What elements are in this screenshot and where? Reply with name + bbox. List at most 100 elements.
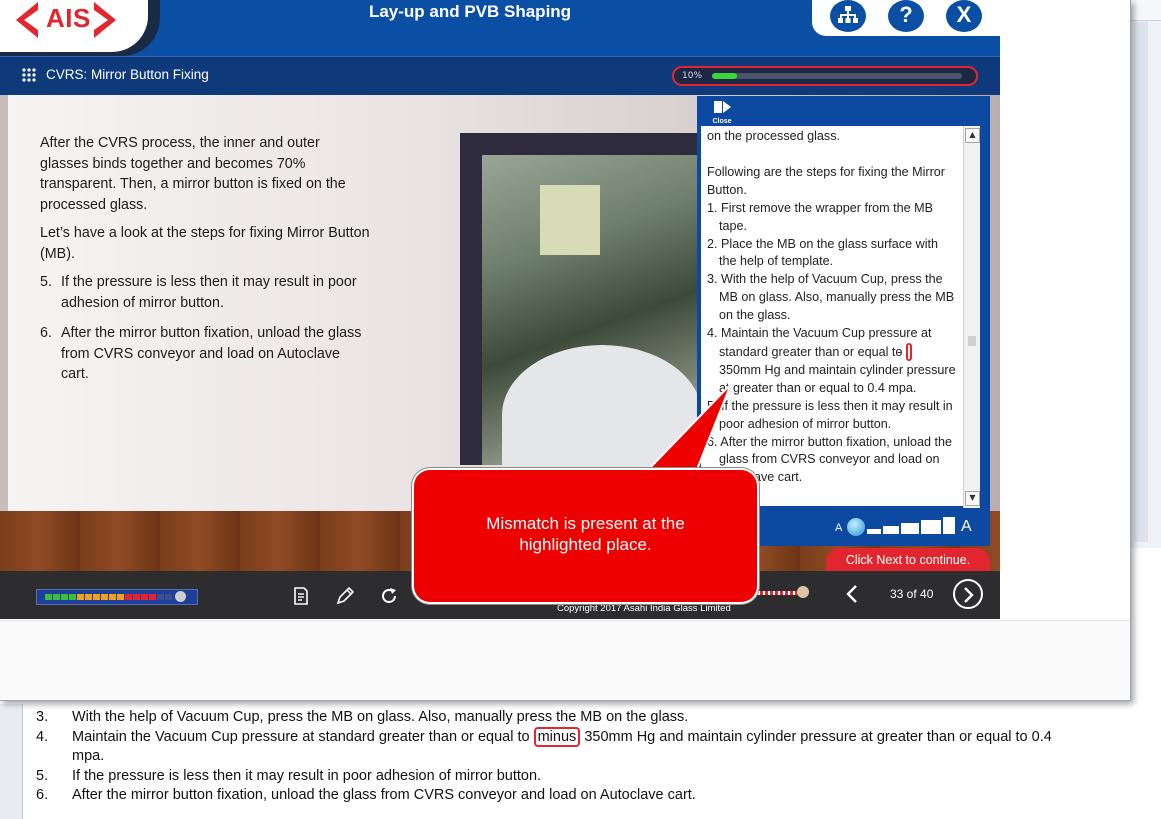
document-line: 5. If the pressure is less then it may re… — [36, 768, 541, 784]
document-line: 3. With the help of Vacuum Cup, press the… — [36, 709, 688, 725]
line-text: After the mirror button fixation, unload… — [72, 787, 696, 803]
slide-intro: After the CVRS process, the inner and ou… — [40, 135, 346, 213]
exit-icon: X — [956, 2, 972, 27]
copyright-text: Copyright 2017 Asahi India Glass Limited — [557, 603, 731, 614]
volume-segment — [69, 594, 76, 600]
volume-segment — [53, 594, 60, 600]
notes-icon — [294, 587, 308, 605]
transcript-item: 3. With the help of Vacuum Cup, press th… — [707, 272, 955, 323]
volume-knob[interactable] — [175, 591, 186, 602]
volume-segment — [101, 594, 108, 600]
background-window-scrollbar[interactable] — [1134, 22, 1148, 542]
volume-segment — [77, 594, 84, 600]
replay-icon — [382, 588, 396, 603]
line-text: Maintain the Vacuum Cup pressure at stan… — [72, 729, 530, 745]
exit-button[interactable]: X — [946, 0, 982, 32]
transcript-item: 4. Maintain the Vacuum Cup pressure at s… — [707, 325, 957, 398]
header-button-group: ? X — [812, 0, 1000, 36]
progress-track — [712, 73, 962, 79]
module-title: CVRS: Mirror Button Fixing — [46, 67, 209, 82]
line-number: 4. — [36, 729, 49, 745]
document-area: 3. With the help of Vacuum Cup, press the… — [0, 704, 1161, 819]
line-number: 3. — [36, 709, 49, 725]
step-text: After the mirror button fixation, unload… — [61, 325, 362, 382]
close-label: Close — [712, 118, 732, 125]
help-icon: ? — [899, 2, 913, 27]
help-button[interactable]: ? — [888, 0, 924, 32]
volume-segment — [149, 594, 156, 600]
volume-segment — [141, 594, 148, 600]
sitemap-icon — [838, 6, 858, 23]
notes-button[interactable] — [290, 586, 312, 608]
transcript-heading: Following are the steps for fixing the M… — [707, 164, 945, 197]
transcript-item: 5. If the pressure is less then it may r… — [707, 398, 953, 431]
volume-segment — [165, 594, 172, 600]
player-window-blank-area — [0, 620, 1130, 699]
line-text: If the pressure is less then it may resu… — [72, 768, 542, 784]
progress-fill — [712, 73, 737, 79]
document-line: 4. Maintain the Vacuum Cup pressure at st… — [36, 727, 1052, 747]
volume-meter[interactable] — [36, 589, 198, 605]
volume-segment — [125, 594, 132, 600]
slide-lead: Let’s have a look at the steps for fixin… — [40, 225, 370, 262]
close-panel-icon — [714, 101, 731, 113]
review-callout: Mismatch is present at the highlighted p… — [414, 470, 757, 602]
course-header: AIS Lay-up and PVB Shaping ? X — [0, 0, 1000, 56]
transcript-scrollbar[interactable]: ▲ ▼ — [963, 126, 980, 508]
module-bar: CVRS: Mirror Button Fixing 10% — [0, 56, 1000, 95]
highlighted-mismatch: - — [897, 342, 912, 361]
step-number: 6. — [40, 325, 52, 341]
transcript-item: 1. First remove the wrapper from the MB … — [707, 200, 934, 233]
step-text: If the pressure is less then it may resu… — [61, 274, 357, 311]
pencil-icon — [336, 586, 355, 605]
scroll-down-icon[interactable]: ▼ — [965, 491, 980, 506]
logo-tab: AIS — [0, 0, 148, 52]
edit-button[interactable] — [334, 586, 356, 608]
volume-segment — [109, 594, 116, 600]
transcript-close-button[interactable]: Close — [707, 99, 737, 125]
volume-segment — [61, 594, 68, 600]
next-hint-banner: Click Next to continue. — [826, 548, 990, 572]
scroll-thumb[interactable] — [968, 336, 976, 346]
course-progress: 10% — [672, 66, 978, 86]
volume-segment — [93, 594, 100, 600]
document-line: 6. After the mirror button fixation, unlo… — [36, 787, 696, 803]
chevron-right-icon — [964, 587, 974, 603]
chevron-left-icon — [846, 585, 857, 603]
replay-button[interactable] — [378, 586, 400, 608]
line-number: 5. — [36, 768, 49, 784]
slide-step: 6. After the mirror button fixation, unlo… — [40, 323, 370, 385]
slide-steps: 5. If the pressure is less then it may re… — [40, 272, 370, 385]
slide-step: 5. If the pressure is less then it may re… — [40, 272, 370, 313]
menu-grid-icon[interactable] — [22, 68, 36, 82]
font-big-label: A — [961, 518, 972, 535]
callout-text: Mismatch is present at the highlighted p… — [486, 514, 685, 554]
volume-segment — [157, 594, 164, 600]
previous-button[interactable] — [840, 583, 864, 607]
factory-photo — [482, 155, 702, 485]
step-number: 5. — [40, 274, 52, 290]
volume-segment — [117, 594, 124, 600]
line-number: 6. — [36, 787, 49, 803]
slide-text: After the CVRS process, the inner and ou… — [40, 133, 370, 395]
seek-knob[interactable] — [797, 586, 809, 598]
transcript-text: on the processed glass. Following are th… — [701, 126, 963, 506]
volume-segment — [45, 594, 52, 600]
transcript-item: 2. Place the MB on the glass surface wit… — [707, 236, 939, 269]
line-text: With the help of Vacuum Cup, press the M… — [72, 709, 689, 725]
line-text: mpa. — [72, 748, 105, 764]
transcript-line: on the processed glass. — [707, 129, 841, 143]
scroll-up-icon[interactable]: ▲ — [965, 128, 980, 143]
document-line: mpa. — [36, 748, 104, 764]
course-title: Lay-up and PVB Shaping — [368, 2, 572, 21]
item-text: 350mm Hg and maintain cylinder pressure … — [719, 362, 956, 395]
logo-text: AIS — [46, 3, 91, 33]
sitemap-button[interactable] — [830, 0, 866, 32]
page-counter: 33 of 40 — [890, 587, 934, 601]
font-size-slider[interactable]: A A — [833, 516, 983, 536]
font-size-knob[interactable] — [847, 518, 865, 536]
next-button[interactable] — [953, 579, 983, 609]
line-text: 350mm Hg and maintain cylinder pressure … — [584, 729, 1052, 745]
font-small-label: A — [835, 522, 843, 534]
volume-segment — [85, 594, 92, 600]
